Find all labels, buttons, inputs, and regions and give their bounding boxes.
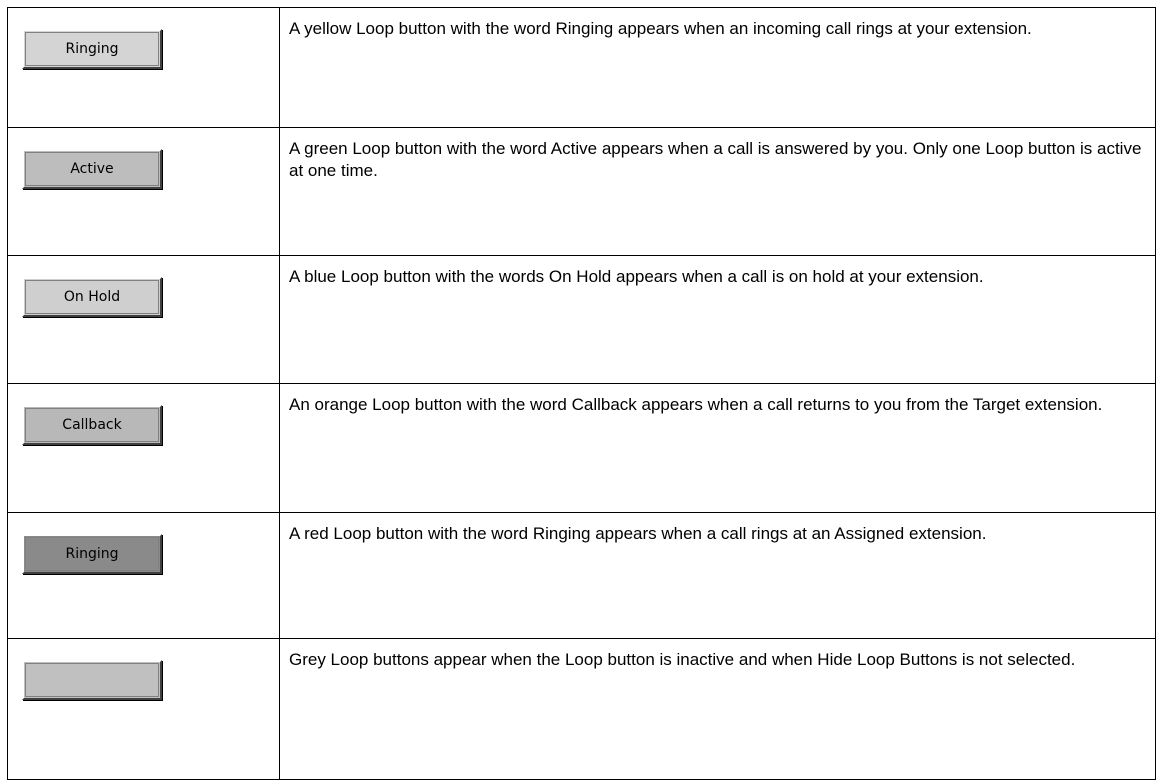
table-row: On Hold A blue Loop button with the word…	[7, 255, 1156, 384]
table-row: Active A green Loop button with the word…	[7, 127, 1156, 256]
table-row: Ringing A yellow Loop button with the wo…	[7, 7, 1156, 128]
ringing-loop-button[interactable]: Ringing	[22, 29, 162, 69]
loop-button-table: Ringing A yellow Loop button with the wo…	[7, 7, 1156, 780]
description-cell: A yellow Loop button with the word Ringi…	[279, 7, 1156, 128]
button-cell: Active	[7, 127, 280, 256]
description-cell: A red Loop button with the word Ringing …	[279, 512, 1156, 639]
on-hold-loop-button[interactable]: On Hold	[22, 277, 162, 317]
table-row: Callback An orange Loop button with the …	[7, 383, 1156, 513]
description-cell: Grey Loop buttons appear when the Loop b…	[279, 638, 1156, 780]
description-cell: A green Loop button with the word Active…	[279, 127, 1156, 256]
assigned-ringing-loop-button[interactable]: Ringing	[22, 534, 162, 574]
inactive-loop-button[interactable]	[22, 660, 162, 700]
table-row: Grey Loop buttons appear when the Loop b…	[7, 638, 1156, 780]
button-cell: Ringing	[7, 512, 280, 639]
button-cell	[7, 638, 280, 780]
table-row: Ringing A red Loop button with the word …	[7, 512, 1156, 639]
description-cell: A blue Loop button with the words On Hol…	[279, 255, 1156, 384]
active-loop-button[interactable]: Active	[22, 149, 162, 189]
button-cell: Ringing	[7, 7, 280, 128]
button-cell: On Hold	[7, 255, 280, 384]
callback-loop-button[interactable]: Callback	[22, 405, 162, 445]
description-cell: An orange Loop button with the word Call…	[279, 383, 1156, 513]
button-cell: Callback	[7, 383, 280, 513]
